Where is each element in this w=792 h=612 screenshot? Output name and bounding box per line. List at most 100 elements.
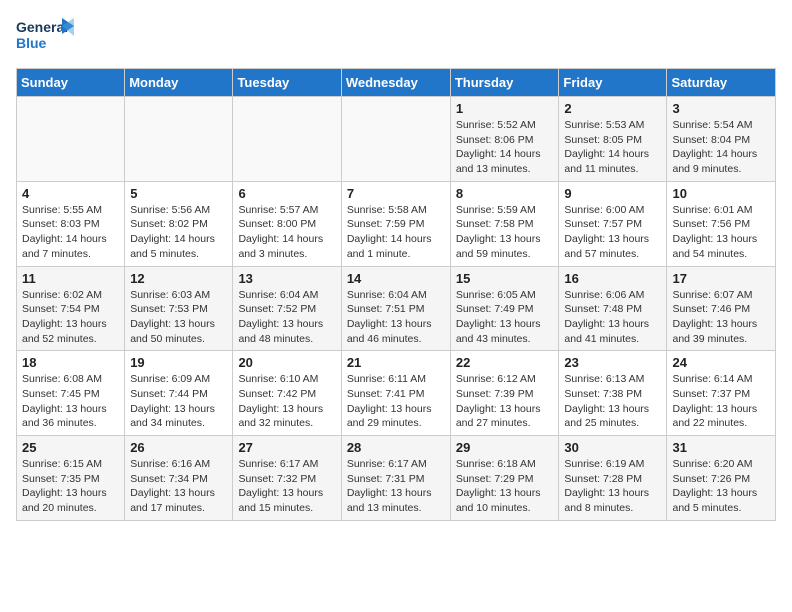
- day-info: Sunrise: 6:00 AMSunset: 7:57 PMDaylight:…: [564, 203, 661, 262]
- day-info: Sunrise: 5:59 AMSunset: 7:58 PMDaylight:…: [456, 203, 554, 262]
- calendar-cell: 7 Sunrise: 5:58 AMSunset: 7:59 PMDaylight…: [341, 181, 450, 266]
- day-number: 31: [672, 440, 770, 455]
- day-number: 22: [456, 355, 554, 370]
- day-info: Sunrise: 6:17 AMSunset: 7:31 PMDaylight:…: [347, 457, 445, 516]
- day-info: Sunrise: 6:04 AMSunset: 7:52 PMDaylight:…: [238, 288, 335, 347]
- calendar-week-row: 18Sunrise: 6:08 AMSunset: 7:45 PMDayligh…: [17, 351, 776, 436]
- day-number: 28: [347, 440, 445, 455]
- day-number: 10: [672, 186, 770, 201]
- calendar-table: SundayMondayTuesdayWednesdayThursdayFrid…: [16, 68, 776, 521]
- day-number: 13: [238, 271, 335, 286]
- weekday-header-tuesday: Tuesday: [233, 69, 341, 97]
- calendar-cell: 30 Sunrise: 6:19 AMSunset: 7:28 PMDayligh…: [559, 436, 667, 521]
- calendar-cell: 19 Sunrise: 6:09 AMSunset: 7:44 PMDayligh…: [125, 351, 233, 436]
- calendar-cell: 2Sunrise: 5:53 AMSunset: 8:05 PMDaylight…: [559, 97, 667, 182]
- day-info: Sunrise: 6:14 AMSunset: 7:37 PMDaylight:…: [672, 372, 770, 431]
- day-info: Sunrise: 6:03 AMSunset: 7:53 PMDaylight:…: [130, 288, 227, 347]
- day-info: Sunrise: 5:58 AMSunset: 7:59 PMDaylight:…: [347, 203, 445, 262]
- day-info: Sunrise: 6:09 AMSunset: 7:44 PMDaylight:…: [130, 372, 227, 431]
- calendar-cell: 14 Sunrise: 6:04 AMSunset: 7:51 PMDayligh…: [341, 266, 450, 351]
- day-number: 18: [22, 355, 119, 370]
- calendar-cell: 9 Sunrise: 6:00 AMSunset: 7:57 PMDaylight…: [559, 181, 667, 266]
- weekday-header-wednesday: Wednesday: [341, 69, 450, 97]
- logo: GeneralBlue: [16, 16, 76, 56]
- calendar-cell: [341, 97, 450, 182]
- day-number: 27: [238, 440, 335, 455]
- day-number: 7: [347, 186, 445, 201]
- weekday-header-row: SundayMondayTuesdayWednesdayThursdayFrid…: [17, 69, 776, 97]
- calendar-cell: 6 Sunrise: 5:57 AMSunset: 8:00 PMDaylight…: [233, 181, 341, 266]
- weekday-header-saturday: Saturday: [667, 69, 776, 97]
- calendar-cell: 27 Sunrise: 6:17 AMSunset: 7:32 PMDayligh…: [233, 436, 341, 521]
- day-number: 8: [456, 186, 554, 201]
- calendar-cell: 31Sunrise: 6:20 AMSunset: 7:26 PMDayligh…: [667, 436, 776, 521]
- day-info: Sunrise: 6:01 AMSunset: 7:56 PMDaylight:…: [672, 203, 770, 262]
- calendar-cell: 1 Sunrise: 5:52 AMSunset: 8:06 PMDaylight…: [450, 97, 559, 182]
- page-header: GeneralBlue: [16, 16, 776, 56]
- day-number: 24: [672, 355, 770, 370]
- day-number: 23: [564, 355, 661, 370]
- calendar-cell: 28 Sunrise: 6:17 AMSunset: 7:31 PMDayligh…: [341, 436, 450, 521]
- day-info: Sunrise: 6:07 AMSunset: 7:46 PMDaylight:…: [672, 288, 770, 347]
- day-number: 20: [238, 355, 335, 370]
- day-number: 12: [130, 271, 227, 286]
- day-number: 29: [456, 440, 554, 455]
- calendar-cell: 3Sunrise: 5:54 AMSunset: 8:04 PMDaylight…: [667, 97, 776, 182]
- logo-icon: GeneralBlue: [16, 16, 76, 56]
- day-info: Sunrise: 5:52 AMSunset: 8:06 PMDaylight:…: [456, 118, 554, 177]
- day-info: Sunrise: 6:02 AMSunset: 7:54 PMDaylight:…: [22, 288, 119, 347]
- day-number: 19: [130, 355, 227, 370]
- day-number: 30: [564, 440, 661, 455]
- calendar-cell: 23 Sunrise: 6:13 AMSunset: 7:38 PMDayligh…: [559, 351, 667, 436]
- weekday-header-monday: Monday: [125, 69, 233, 97]
- calendar-cell: 11 Sunrise: 6:02 AMSunset: 7:54 PMDayligh…: [17, 266, 125, 351]
- day-info: Sunrise: 6:04 AMSunset: 7:51 PMDaylight:…: [347, 288, 445, 347]
- calendar-cell: 25Sunrise: 6:15 AMSunset: 7:35 PMDayligh…: [17, 436, 125, 521]
- day-number: 21: [347, 355, 445, 370]
- calendar-cell: 4 Sunrise: 5:55 AMSunset: 8:03 PMDaylight…: [17, 181, 125, 266]
- svg-text:General: General: [16, 19, 68, 35]
- calendar-cell: 18Sunrise: 6:08 AMSunset: 7:45 PMDayligh…: [17, 351, 125, 436]
- calendar-cell: 16Sunrise: 6:06 AMSunset: 7:48 PMDayligh…: [559, 266, 667, 351]
- day-number: 2: [564, 101, 661, 116]
- calendar-week-row: 11 Sunrise: 6:02 AMSunset: 7:54 PMDayligh…: [17, 266, 776, 351]
- day-info: Sunrise: 6:17 AMSunset: 7:32 PMDaylight:…: [238, 457, 335, 516]
- calendar-cell: 5 Sunrise: 5:56 AMSunset: 8:02 PMDaylight…: [125, 181, 233, 266]
- day-info: Sunrise: 6:18 AMSunset: 7:29 PMDaylight:…: [456, 457, 554, 516]
- day-info: Sunrise: 6:19 AMSunset: 7:28 PMDaylight:…: [564, 457, 661, 516]
- calendar-cell: 8 Sunrise: 5:59 AMSunset: 7:58 PMDaylight…: [450, 181, 559, 266]
- day-number: 9: [564, 186, 661, 201]
- day-number: 6: [238, 186, 335, 201]
- weekday-header-thursday: Thursday: [450, 69, 559, 97]
- calendar-cell: [125, 97, 233, 182]
- calendar-cell: 20 Sunrise: 6:10 AMSunset: 7:42 PMDayligh…: [233, 351, 341, 436]
- calendar-week-row: 4 Sunrise: 5:55 AMSunset: 8:03 PMDaylight…: [17, 181, 776, 266]
- calendar-week-row: 25Sunrise: 6:15 AMSunset: 7:35 PMDayligh…: [17, 436, 776, 521]
- calendar-cell: 15 Sunrise: 6:05 AMSunset: 7:49 PMDayligh…: [450, 266, 559, 351]
- day-info: Sunrise: 6:06 AMSunset: 7:48 PMDaylight:…: [564, 288, 661, 347]
- day-info: Sunrise: 5:57 AMSunset: 8:00 PMDaylight:…: [238, 203, 335, 262]
- calendar-cell: [233, 97, 341, 182]
- calendar-cell: [17, 97, 125, 182]
- day-info: Sunrise: 6:10 AMSunset: 7:42 PMDaylight:…: [238, 372, 335, 431]
- day-number: 17: [672, 271, 770, 286]
- day-info: Sunrise: 6:15 AMSunset: 7:35 PMDaylight:…: [22, 457, 119, 516]
- day-number: 3: [672, 101, 770, 116]
- day-number: 5: [130, 186, 227, 201]
- day-info: Sunrise: 5:56 AMSunset: 8:02 PMDaylight:…: [130, 203, 227, 262]
- day-info: Sunrise: 6:05 AMSunset: 7:49 PMDaylight:…: [456, 288, 554, 347]
- day-number: 14: [347, 271, 445, 286]
- day-number: 4: [22, 186, 119, 201]
- weekday-header-friday: Friday: [559, 69, 667, 97]
- calendar-cell: 12 Sunrise: 6:03 AMSunset: 7:53 PMDayligh…: [125, 266, 233, 351]
- day-info: Sunrise: 5:55 AMSunset: 8:03 PMDaylight:…: [22, 203, 119, 262]
- day-number: 1: [456, 101, 554, 116]
- svg-text:Blue: Blue: [16, 35, 47, 51]
- day-number: 15: [456, 271, 554, 286]
- calendar-cell: 17 Sunrise: 6:07 AMSunset: 7:46 PMDayligh…: [667, 266, 776, 351]
- calendar-cell: 24 Sunrise: 6:14 AMSunset: 7:37 PMDayligh…: [667, 351, 776, 436]
- calendar-cell: 10 Sunrise: 6:01 AMSunset: 7:56 PMDayligh…: [667, 181, 776, 266]
- day-info: Sunrise: 6:13 AMSunset: 7:38 PMDaylight:…: [564, 372, 661, 431]
- day-number: 11: [22, 271, 119, 286]
- calendar-cell: 29 Sunrise: 6:18 AMSunset: 7:29 PMDayligh…: [450, 436, 559, 521]
